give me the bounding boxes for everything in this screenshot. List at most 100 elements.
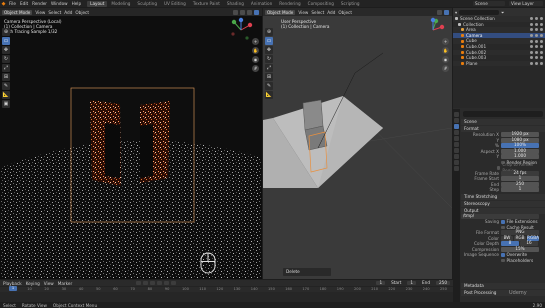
data-tab-icon[interactable]: [454, 166, 459, 171]
select-toggle-icon[interactable]: [530, 56, 533, 60]
menu-render[interactable]: Render: [32, 1, 47, 6]
solid-shading-icon[interactable]: [247, 9, 252, 15]
timeline-track-area[interactable]: [0, 292, 453, 302]
tab-scripting[interactable]: Scripting: [338, 1, 363, 7]
tab-modeling[interactable]: Modeling: [108, 1, 133, 7]
outliner-search-input[interactable]: [459, 9, 500, 15]
eye-icon[interactable]: [535, 45, 538, 49]
select-box-icon[interactable]: ▭: [265, 37, 273, 45]
select-toggle-icon[interactable]: [530, 50, 533, 54]
file-extensions-checkbox[interactable]: [501, 220, 505, 224]
menu-edit[interactable]: Edit: [20, 1, 28, 6]
overlay-icon[interactable]: [233, 9, 238, 15]
xray-icon[interactable]: [240, 9, 245, 15]
compression-slider[interactable]: 15%: [501, 246, 539, 252]
tab-texture-paint[interactable]: Texture Paint: [190, 1, 223, 7]
cache-result-checkbox[interactable]: [501, 225, 505, 229]
end-frame-field[interactable]: 250: [436, 280, 450, 286]
crop-region-checkbox[interactable]: [497, 166, 501, 170]
left-mode-selector[interactable]: Object Mode: [2, 9, 33, 15]
camera-toggle-icon[interactable]: [540, 50, 543, 54]
eye-icon[interactable]: [535, 56, 538, 60]
metadata-header[interactable]: Metadata: [461, 283, 545, 289]
color-bw-option[interactable]: BW: [501, 235, 513, 241]
rendered-shading-icon[interactable]: [254, 9, 259, 15]
playhead[interactable]: 1: [9, 286, 17, 291]
camera-toggle-icon[interactable]: [540, 17, 543, 21]
camera-viewport[interactable]: Object Mode View Select Add Object Camer…: [0, 8, 262, 279]
right-menu-select[interactable]: Select: [311, 10, 324, 15]
menu-file[interactable]: File: [9, 1, 16, 6]
solid-shading-icon[interactable]: [444, 9, 449, 15]
tab-rendering[interactable]: Rendering: [276, 1, 303, 7]
select-toggle-icon[interactable]: [530, 62, 533, 66]
transform-icon[interactable]: ⊞: [265, 73, 273, 81]
transform-icon[interactable]: ⊞: [2, 73, 10, 81]
tab-shading[interactable]: Shading: [224, 1, 247, 7]
constraint-tab-icon[interactable]: [454, 160, 459, 165]
select-toggle-icon[interactable]: [530, 22, 533, 26]
eye-icon[interactable]: [535, 39, 538, 43]
filter-icon[interactable]: ⏷: [501, 10, 504, 15]
outliner-row[interactable]: Plane: [453, 60, 545, 67]
properties-search-input[interactable]: [463, 111, 543, 117]
camera-view-icon[interactable]: ◉: [442, 56, 449, 63]
annotate-icon[interactable]: ✎: [265, 82, 273, 90]
add-cube-icon[interactable]: ▣: [2, 100, 10, 108]
timeline-menu-view[interactable]: View: [44, 281, 54, 286]
aspect-y-field[interactable]: 1.000: [501, 154, 539, 160]
overwrite-checkbox[interactable]: [501, 253, 505, 257]
tab-animation[interactable]: Animation: [248, 1, 275, 7]
object-tab-icon[interactable]: [454, 148, 459, 153]
menu-help[interactable]: Help: [72, 1, 82, 6]
view-layer-tab-icon[interactable]: [454, 130, 459, 135]
frame-step-field[interactable]: 1: [501, 187, 539, 193]
prev-keyframe-icon[interactable]: [143, 281, 149, 285]
measure-icon[interactable]: 📐: [265, 91, 273, 99]
camera-toggle-icon[interactable]: [540, 28, 543, 32]
timeline-menu-keying[interactable]: Keying: [26, 281, 40, 286]
scene-selector[interactable]: Scene: [473, 1, 505, 6]
jump-end-icon[interactable]: [171, 281, 177, 285]
select-toggle-icon[interactable]: [530, 34, 533, 38]
rotate-icon[interactable]: ↻: [2, 55, 10, 63]
eye-icon[interactable]: [535, 28, 538, 32]
tool-tab-icon[interactable]: [454, 112, 459, 117]
right-menu-view[interactable]: View: [298, 10, 308, 15]
color-rgb-option[interactable]: RGB: [514, 235, 526, 241]
left-menu-object[interactable]: Object: [75, 10, 89, 15]
outliner-display-icon[interactable]: ▾: [455, 10, 457, 15]
tab-uv-editing[interactable]: UV Editing: [161, 1, 189, 7]
pan-hand-icon[interactable]: ✋: [252, 47, 259, 54]
left-menu-select[interactable]: Select: [48, 10, 61, 15]
left-menu-add[interactable]: Add: [64, 10, 72, 15]
cursor-icon[interactable]: ⊕: [2, 28, 10, 36]
camera-toggle-icon[interactable]: [540, 39, 543, 43]
current-frame-field[interactable]: 1: [376, 280, 386, 286]
scale-icon[interactable]: ⤢: [2, 64, 10, 72]
user-viewport[interactable]: Object Mode View Select Add Object User …: [263, 8, 452, 279]
rotate-icon[interactable]: ↻: [265, 55, 273, 63]
output-path-field[interactable]: /tmp/: [461, 213, 539, 219]
select-box-icon[interactable]: ▭: [2, 37, 10, 45]
eye-icon[interactable]: [535, 17, 538, 21]
menu-window[interactable]: Window: [51, 1, 68, 6]
select-toggle-icon[interactable]: [530, 17, 533, 21]
jump-start-icon[interactable]: [136, 281, 142, 285]
select-toggle-icon[interactable]: [530, 45, 533, 49]
next-keyframe-icon[interactable]: [164, 281, 170, 285]
placeholders-checkbox[interactable]: [501, 258, 505, 262]
start-frame-field[interactable]: 1: [407, 280, 417, 286]
output-tab-icon[interactable]: [454, 124, 459, 129]
camera-view-icon[interactable]: ◉: [252, 56, 259, 63]
right-menu-object[interactable]: Object: [338, 10, 352, 15]
grid-icon[interactable]: #: [252, 65, 259, 72]
camera-toggle-icon[interactable]: [540, 22, 543, 26]
play-icon[interactable]: [157, 281, 163, 285]
modifier-tab-icon[interactable]: [454, 154, 459, 159]
select-toggle-icon[interactable]: [530, 39, 533, 43]
timeline-menu-marker[interactable]: Marker: [58, 281, 72, 286]
eye-icon[interactable]: [535, 62, 538, 66]
camera-toggle-icon[interactable]: [540, 34, 543, 38]
camera-toggle-icon[interactable]: [540, 56, 543, 60]
